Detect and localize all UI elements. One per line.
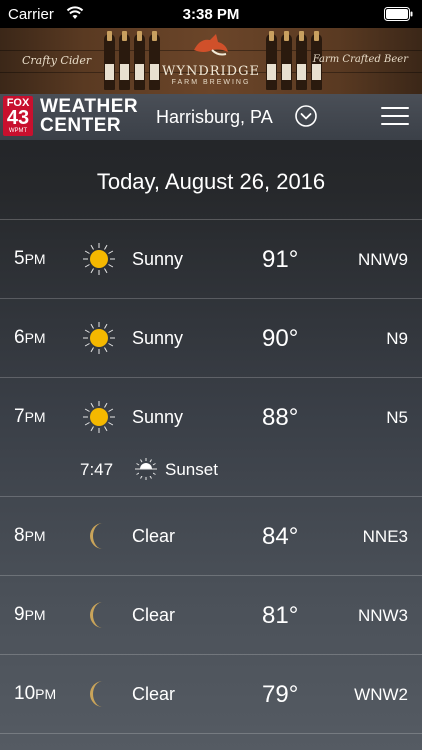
condition-label: Sunny — [132, 328, 184, 348]
chevron-down-icon[interactable] — [295, 105, 317, 127]
temperature-value: 81° — [262, 602, 299, 629]
hour-number: 6 — [14, 327, 25, 348]
date-header: Today, August 26, 2016 — [0, 140, 422, 220]
hour-number: 8 — [14, 525, 25, 546]
ad-brand-name: WYNDRIDGE — [162, 64, 260, 79]
wind-value: N5 — [386, 408, 408, 427]
hourly-row[interactable]: 8PM Clear 84° NNE3 — [0, 497, 422, 576]
title-line-1: WEATHER — [40, 96, 139, 117]
hourly-row[interactable]: 9PM Clear 81° NNW3 — [0, 576, 422, 655]
ad-bottles-left — [104, 31, 160, 90]
hour-number: 7 — [14, 406, 25, 427]
wind-value: NNW9 — [357, 250, 408, 269]
condition-label: Clear — [132, 526, 176, 546]
date-label: Today, August 26, 2016 — [96, 169, 326, 194]
hour-number: 5 — [14, 248, 25, 269]
hourly-row[interactable]: 6PM Sunny 90° N9 — [0, 299, 422, 378]
sun-icon — [83, 401, 115, 433]
sun-icon — [83, 243, 115, 275]
moon-icon — [90, 523, 103, 549]
hourly-row[interactable]: 5PM Sunny 91° NNW9 — [0, 220, 422, 299]
temperature-value: 91° — [262, 246, 299, 273]
temperature-value: 84° — [262, 523, 299, 550]
fox-logo-icon — [194, 34, 228, 56]
condition-label: Sunny — [132, 249, 184, 269]
temperature-value: 88° — [262, 404, 299, 431]
ad-left-text: Crafty Cider — [22, 54, 92, 67]
hour-ampm: PM — [24, 607, 46, 623]
hour-label: 7PM — [14, 406, 46, 428]
hour-number: 9 — [14, 604, 25, 625]
hour-ampm: PM — [24, 330, 46, 346]
hour-ampm: PM — [24, 528, 46, 544]
logo-number: 43 — [6, 107, 30, 129]
fox43-logo: FOX 43 WPMT — [3, 96, 33, 136]
moon-icon — [90, 602, 103, 628]
logo-call-letters: WPMT — [8, 128, 28, 134]
ad-banner[interactable]: Crafty Cider WYNDRIDGE FARM BREWING Farm… — [0, 28, 422, 94]
hourly-row[interactable]: 7PM Sunny 88° N5 7:47 Sunset — [0, 378, 422, 497]
condition-label: Clear — [132, 684, 176, 704]
condition-label: Sunny — [132, 407, 184, 427]
hourly-row[interactable]: 10PM Clear 79° WNW2 — [0, 655, 422, 734]
hour-label: 6PM — [14, 327, 46, 349]
condition-label: Clear — [132, 605, 176, 625]
wind-value: NNE3 — [362, 527, 408, 546]
ad-brand-sub: FARM BREWING — [171, 79, 251, 86]
hour-label: 8PM — [14, 525, 46, 547]
sunset-time: 7:47 — [80, 460, 114, 479]
temperature-value: 79° — [262, 681, 299, 708]
wind-value: N9 — [386, 329, 408, 348]
battery-icon — [384, 7, 413, 21]
ad-brand: WYNDRIDGE FARM BREWING — [160, 64, 262, 86]
clock-time: 3:38 PM — [182, 6, 240, 23]
hour-label: 10PM — [14, 683, 56, 705]
weather-center-title: WEATHER CENTER — [40, 97, 138, 135]
hour-number: 10 — [14, 683, 36, 704]
hamburger-menu-icon[interactable] — [381, 107, 409, 127]
sunset-icon — [135, 458, 157, 480]
moon-icon — [90, 681, 103, 707]
sunset-label: Sunset — [165, 460, 218, 479]
sun-icon — [83, 322, 115, 354]
ad-right-text: Farm Crafted Beer — [312, 54, 408, 65]
hour-ampm: PM — [35, 686, 57, 702]
city-selector[interactable]: Harrisburg, PA — [156, 107, 273, 128]
temperature-value: 90° — [262, 325, 299, 352]
hour-ampm: PM — [24, 251, 46, 267]
hour-label: 9PM — [14, 604, 46, 626]
app-header: FOX 43 WPMT WEATHER CENTER Harrisburg, P… — [0, 94, 422, 140]
hour-ampm: PM — [24, 409, 46, 425]
hour-label: 5PM — [14, 248, 46, 270]
status-bar: Carrier 3:38 PM — [0, 0, 422, 28]
title-line-2: CENTER — [40, 115, 122, 136]
wind-value: NNW3 — [357, 606, 408, 625]
wind-value: WNW2 — [354, 685, 408, 704]
